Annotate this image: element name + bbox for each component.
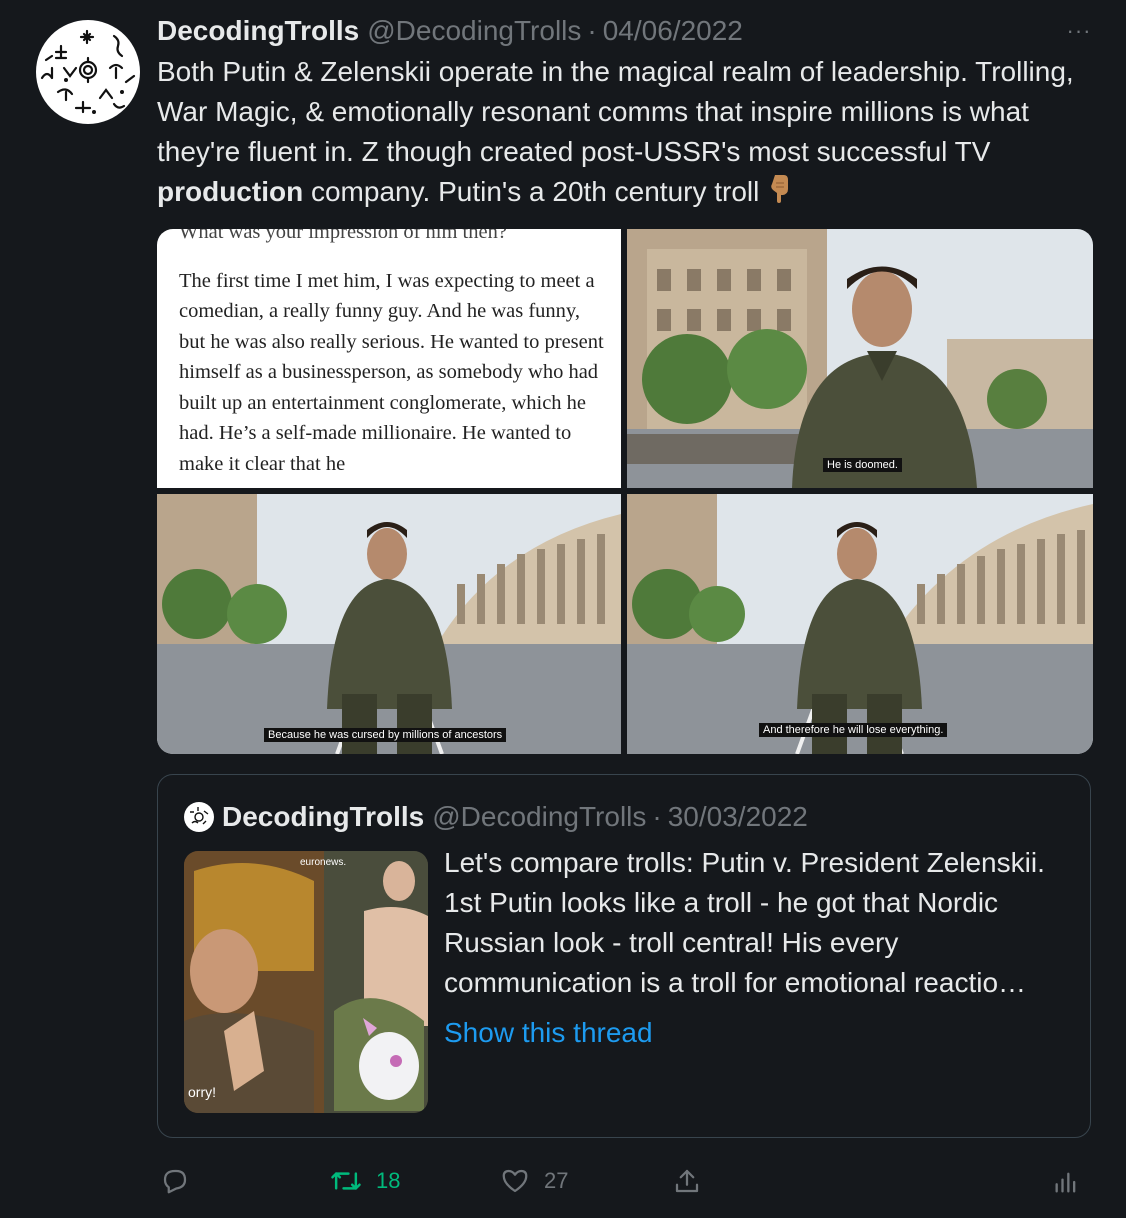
share-button[interactable]: [672, 1166, 702, 1196]
like-count: 27: [544, 1168, 569, 1193]
quoted-tweet[interactable]: DecodingTrolls @DecodingTrolls · 30/03/2…: [157, 774, 1091, 1138]
tweet-header: DecodingTrolls @DecodingTrolls · 04/06/2…: [157, 12, 743, 50]
pointing-down-hand-icon: [767, 173, 791, 214]
media-grid: What was your impression of him then? Th…: [157, 229, 1093, 754]
book-page-image[interactable]: What was your impression of him then? Th…: [157, 229, 621, 488]
share-icon: [672, 1166, 702, 1196]
separator: ·: [587, 15, 597, 46]
thumb-caption: orry!: [188, 1084, 216, 1100]
street-scene-image: [627, 494, 1093, 754]
video-frame-1[interactable]: He is doomed.: [627, 229, 1093, 488]
analytics-button[interactable]: [1052, 1168, 1080, 1196]
show-thread-link[interactable]: Show this thread: [444, 1017, 653, 1049]
tweet-action-bar: 18 27: [0, 1158, 1126, 1202]
retweet-button[interactable]: 18: [330, 1166, 400, 1196]
thumb-brand: euronews.: [300, 857, 347, 868]
video-frame-2[interactable]: Because he was cursed by millions of anc…: [157, 494, 621, 754]
street-scene-image: [627, 229, 1093, 488]
quoted-tweet-header: DecodingTrolls @DecodingTrolls · 30/03/2…: [184, 797, 808, 837]
quoted-display-name[interactable]: DecodingTrolls: [222, 801, 424, 833]
video-caption: And therefore he will lose everything.: [759, 723, 948, 737]
user-handle[interactable]: @DecodingTrolls: [367, 15, 581, 47]
reply-icon: [160, 1166, 190, 1196]
avatar-glyphs-icon: [40, 29, 136, 114]
quoted-user-handle[interactable]: @DecodingTrolls: [432, 801, 646, 833]
street-scene-image: [157, 494, 621, 754]
tweet-text-part: Both Putin & Zelenskii operate in the ma…: [157, 56, 1074, 167]
tweet-text: Both Putin & Zelenskii operate in the ma…: [157, 52, 1107, 214]
analytics-icon: [1052, 1168, 1080, 1196]
display-name[interactable]: DecodingTrolls: [157, 15, 359, 47]
book-page-cut-line: What was your impression of him then?: [179, 229, 507, 243]
retweet-count: 18: [376, 1168, 401, 1193]
avatar-glyphs-icon: [190, 807, 209, 825]
book-page-paragraph: The first time I met him, I was expectin…: [179, 269, 604, 475]
book-page-text: What was your impression of him then? Th…: [179, 229, 609, 479]
quoted-tweet-text: Let's compare trolls: Putin v. President…: [444, 847, 1045, 998]
quoted-collage-image: [184, 851, 428, 1113]
retweet-icon: [330, 1166, 362, 1196]
quoted-avatar: [184, 802, 214, 832]
quoted-tweet-date: 30/03/2022: [667, 801, 808, 832]
avatar[interactable]: [36, 20, 140, 124]
video-caption: Because he was cursed by millions of anc…: [264, 728, 507, 742]
tweet-text-bold: production: [157, 176, 304, 207]
reply-button[interactable]: [160, 1166, 190, 1196]
video-frame-3[interactable]: And therefore he will lose everything.: [627, 494, 1093, 754]
tweet-text-part: company. Putin's a 20th century troll: [303, 176, 760, 207]
heart-icon: [500, 1166, 530, 1196]
separator: ·: [652, 801, 662, 832]
like-button[interactable]: 27: [500, 1166, 568, 1196]
more-options-icon[interactable]: ···: [1064, 18, 1094, 44]
quoted-tweet-image[interactable]: euronews. orry!: [184, 851, 428, 1113]
video-caption: He is doomed.: [823, 458, 902, 472]
tweet-date[interactable]: 04/06/2022: [603, 15, 743, 47]
